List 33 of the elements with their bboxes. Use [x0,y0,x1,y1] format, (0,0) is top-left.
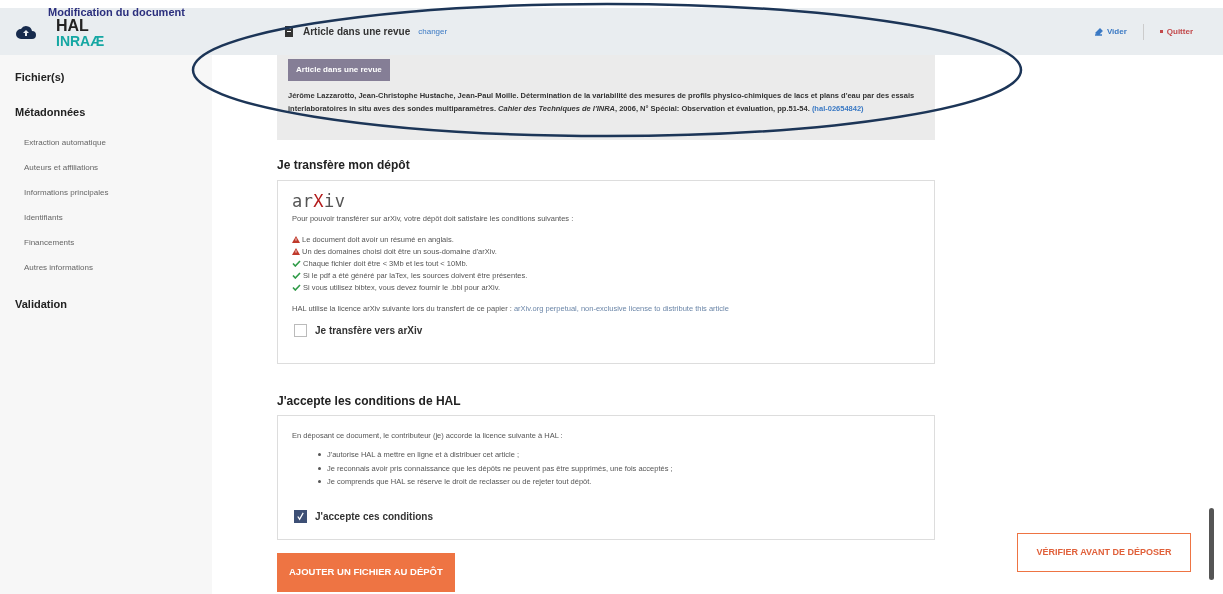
checkbox[interactable]: Je transfère vers arXiv [294,322,423,338]
sidebar-item[interactable]: Auteurs et affiliations [15,155,212,180]
warning-icon [292,248,300,256]
document-type-badge: Article dans une revue [288,59,390,81]
page-title: Modification du document [48,7,185,18]
section-heading: Je transfère mon dépôt [277,157,411,174]
clear-link[interactable]: Vider [1093,25,1127,38]
document-icon [285,26,295,37]
sidebar-section[interactable]: Validation [15,294,212,315]
verify-button[interactable]: VÉRIFIER AVANT DE DÉPOSER [1017,533,1191,572]
document-type: Article dans une revue [303,25,411,39]
sidebar-item[interactable]: Identifiants [15,205,212,230]
checkbox-icon[interactable] [294,323,307,337]
sidebar-item[interactable]: Financements [15,230,212,255]
warning-icon [292,236,300,244]
quit-link[interactable]: Quitter [1159,25,1193,38]
bullet-icon [318,466,321,470]
change-link[interactable]: changer [418,25,448,38]
checkbox[interactable]: J'accepte ces conditions [294,509,433,524]
logo-text: HAL [56,18,90,34]
section-heading: J'accepte les conditions de HAL [277,393,462,410]
eraser-icon [1093,27,1103,36]
bullet-icon [318,479,321,483]
bullet-icon [318,453,321,457]
arxiv-logo: arXiv [292,193,347,210]
sidebar-item[interactable]: Autres informations [15,255,212,280]
sidebar-item[interactable]: Extraction automatique [15,130,212,155]
logo-text: INRAÆ [56,34,106,48]
sidebar-section[interactable]: Fichier(s) [15,67,212,88]
checked-box-icon[interactable] [294,510,307,523]
cloud-upload-icon [16,24,36,39]
sidebar-item[interactable]: Informations principales [15,180,212,205]
sidebar-section[interactable]: Métadonnées [15,101,212,122]
